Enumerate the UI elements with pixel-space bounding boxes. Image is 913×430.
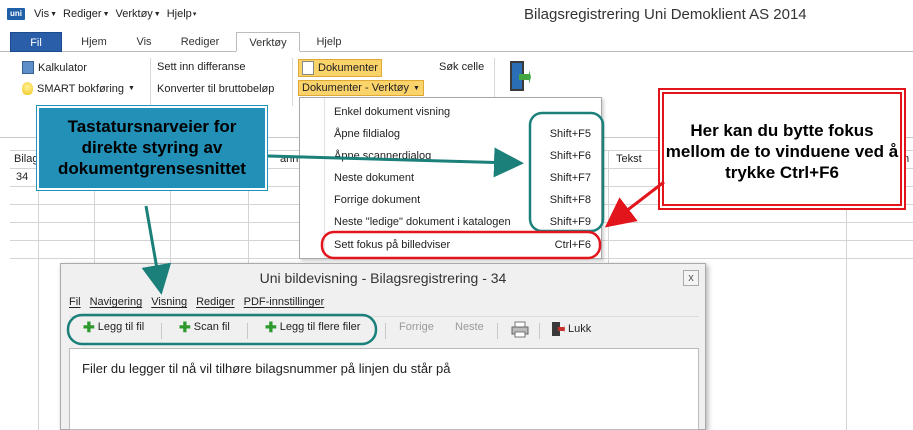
lukk-button[interactable]: Lukk (551, 321, 591, 337)
tab-rediger[interactable]: Rediger (172, 32, 228, 52)
menu-verktoy[interactable]: Verktøy ▼ (116, 8, 161, 20)
shortcut-shift-f5: Shift+F5 (549, 128, 591, 140)
viewer-menu-navigering[interactable]: Navigering (90, 296, 143, 308)
caret-down-icon: ▼ (412, 84, 420, 92)
viewer-menu-rediger[interactable]: Rediger (196, 296, 235, 308)
plus-icon: ✚ (83, 319, 95, 335)
column-header-tekst[interactable]: Tekst (616, 153, 642, 165)
calculator-icon (22, 61, 34, 74)
konverter-button[interactable]: Konverter til bruttobeløp (157, 83, 274, 95)
shortcut-shift-f7: Shift+F7 (549, 172, 591, 184)
uni-logo: uni (7, 8, 25, 20)
ribbon-divider (150, 58, 151, 106)
viewer-toolbar: ✚ Legg til fil ✚ Scan fil ✚ Legg til flere … (69, 316, 699, 342)
viewer-title: Uni bildevisning - Bilagsregistrering - … (259, 270, 507, 286)
ribbon-tabs: Fil Hjem Vis Rediger Verktøy Hjelp (0, 30, 913, 52)
title-bar: uni Vis ▼ Rediger ▼ Verktøy ▼ Hjelp ▾ Bilags… (0, 0, 913, 30)
tab-fil[interactable]: Fil (10, 32, 62, 52)
legg-til-flere-button[interactable]: ✚ Legg til flere filer (265, 319, 360, 335)
document-icon (302, 61, 314, 75)
bildevisning-window: Uni bildevisning - Bilagsregistrering - … (60, 263, 706, 430)
exit-door-icon (552, 322, 565, 336)
caret-down-icon: ▼ (102, 10, 110, 18)
kalkulator-button[interactable]: Kalkulator (22, 61, 87, 74)
menu-item-apne-fildialog[interactable]: Åpne fildialog Shift+F5 (334, 124, 599, 144)
focus-callout: Her kan du bytte fokus mellom de to vind… (662, 92, 902, 206)
dokumenter-verktoy-dropdown[interactable]: Dokumenter - Verktøy ▼ (298, 80, 424, 96)
window-title: Bilagsregistrering Uni Demoklient AS 201… (524, 6, 807, 23)
menu-rediger[interactable]: Rediger ▼ (63, 8, 109, 20)
shortcut-shift-f6: Shift+F6 (549, 150, 591, 162)
viewer-message: Filer du legger til nå vil tilhøre bilag… (82, 361, 451, 376)
column-header-bilag[interactable]: Bilag (14, 153, 38, 165)
viewer-menu-visning[interactable]: Visning (151, 296, 187, 308)
dokumenter-button[interactable]: Dokumenter (298, 59, 382, 77)
plus-icon: ✚ (179, 319, 191, 335)
multi-plus-icon: ✚ (265, 319, 277, 335)
smart-bokforing-button[interactable]: SMART bokføring ▼ (22, 82, 135, 95)
menu-item-apne-scannerdialog[interactable]: Åpne scannerdialog Shift+F6 (334, 146, 599, 166)
menu-item-forrige-dokument[interactable]: Forrige dokument Shift+F8 (334, 190, 599, 210)
menu-item-enkel-visning[interactable]: Enkel dokument visning (334, 102, 599, 122)
caret-down-icon: ▼ (50, 10, 58, 18)
menu-hjelp[interactable]: Hjelp ▾ (167, 8, 197, 20)
grid-cell-bilag-34[interactable]: 34 (16, 171, 28, 183)
tab-vis[interactable]: Vis (124, 32, 164, 52)
neste-button[interactable]: Neste (455, 321, 484, 333)
customize-qat-icon[interactable]: ▾ (193, 10, 197, 18)
ribbon-divider (292, 58, 293, 106)
forrige-button[interactable]: Forrige (399, 321, 434, 333)
exit-door-icon[interactable] (507, 60, 531, 94)
menu-item-sett-fokus[interactable]: Sett fokus på billedviser Ctrl+F6 (334, 235, 599, 255)
viewer-document-area[interactable]: Filer du legger til nå vil tilhøre bilag… (69, 348, 699, 430)
legg-til-fil-button[interactable]: ✚ Legg til fil (83, 319, 144, 335)
menu-item-neste-dokument[interactable]: Neste dokument Shift+F7 (334, 168, 599, 188)
viewer-menu-pdf[interactable]: PDF-innstillinger (244, 296, 325, 308)
dokumenter-verktoy-menu: Enkel dokument visning Åpne fildialog Shi… (299, 97, 602, 259)
shortcut-callout: Tastatursnarveier for direkte styring av… (37, 106, 267, 190)
quick-access-menu: Vis ▼ Rediger ▼ Verktøy ▼ Hjelp ▾ (34, 8, 196, 20)
close-button[interactable]: x (683, 270, 699, 286)
shortcut-ctrl-f6: Ctrl+F6 (554, 239, 591, 251)
printer-icon[interactable] (511, 320, 529, 338)
viewer-menu-fil[interactable]: Fil (69, 296, 81, 308)
sett-inn-differanse-button[interactable]: Sett inn differanse (157, 61, 245, 73)
tab-verktoy[interactable]: Verktøy (236, 32, 300, 52)
viewer-menubar: Fil Navigering Visning Rediger PDF-innst… (69, 296, 324, 308)
tab-hjelp[interactable]: Hjelp (306, 32, 352, 52)
caret-down-icon: ▼ (128, 85, 135, 92)
scan-fil-button[interactable]: ✚ Scan fil (179, 319, 230, 335)
menu-vis[interactable]: Vis ▼ (34, 8, 57, 20)
caret-down-icon: ▼ (153, 10, 161, 18)
lightbulb-icon (22, 82, 33, 95)
shortcut-shift-f9: Shift+F9 (549, 216, 591, 228)
sok-celle-button[interactable]: Søk celle (439, 61, 484, 73)
tab-hjem[interactable]: Hjem (72, 32, 116, 52)
menu-item-neste-ledige[interactable]: Neste "ledige" dokument i katalogen Shift… (334, 212, 599, 232)
column-header-ann[interactable]: ann (280, 153, 298, 165)
shortcut-shift-f8: Shift+F8 (549, 194, 591, 206)
